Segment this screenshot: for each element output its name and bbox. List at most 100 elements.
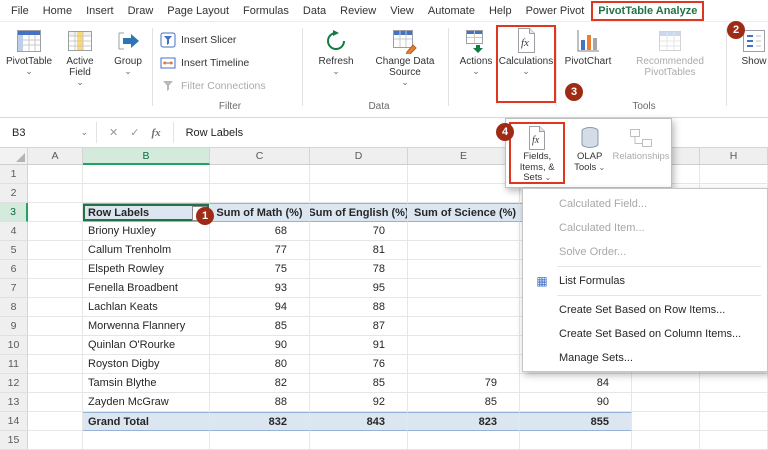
cell-E8[interactable] [408,298,520,317]
row-header-11[interactable]: 11 [0,355,28,374]
cell-B9[interactable]: Morwenna Flannery [83,317,210,336]
row-header-3[interactable]: 3 [0,203,28,222]
cell-E5[interactable] [408,241,520,260]
tab-insert[interactable]: Insert [79,1,121,21]
cell-A14[interactable] [28,412,83,431]
cell-B5[interactable]: Callum Trenholm [83,241,210,260]
cell-D13[interactable]: 92 [310,393,408,412]
row-header-12[interactable]: 12 [0,374,28,393]
name-box[interactable]: B3 ⌄ [0,118,96,147]
insert-function-icon[interactable]: fx [151,127,160,139]
cell-D6[interactable]: 78 [310,260,408,279]
cell-A7[interactable] [28,279,83,298]
cell-B7[interactable]: Fenella Broadbent [83,279,210,298]
tab-data[interactable]: Data [296,1,333,21]
actions-button[interactable]: Actions [454,26,498,100]
row-header-1[interactable]: 1 [0,165,28,184]
cell-E11[interactable] [408,355,520,374]
cell-A13[interactable] [28,393,83,412]
row-header-4[interactable]: 4 [0,222,28,241]
change-data-source-button[interactable]: Change Data Source [366,26,444,100]
cell-D7[interactable]: 95 [310,279,408,298]
cell-B4[interactable]: Briony Huxley [83,222,210,241]
cell-H1[interactable] [700,165,768,184]
col-header-b[interactable]: B [83,148,210,165]
cell-D2[interactable] [310,184,408,203]
tab-automate[interactable]: Automate [421,1,482,21]
col-header-d[interactable]: D [310,148,408,165]
tab-home[interactable]: Home [36,1,79,21]
cell-D14[interactable]: 843 [310,412,408,431]
enter-icon[interactable]: ✓ [130,126,139,139]
cell-F13[interactable]: 90 [520,393,632,412]
tab-help[interactable]: Help [482,1,519,21]
cell-C7[interactable]: 93 [210,279,310,298]
cell-C1[interactable] [210,165,310,184]
cell-E12[interactable]: 79 [408,374,520,393]
cell-E1[interactable] [408,165,520,184]
cell-C12[interactable]: 82 [210,374,310,393]
cell-A5[interactable] [28,241,83,260]
insert-timeline-button[interactable]: Insert Timeline [160,53,249,73]
select-all-corner[interactable] [0,148,28,165]
menu-item-create-set-based-on-column-items[interactable]: Create Set Based on Column Items... [523,322,767,346]
group-button[interactable]: Group [108,26,148,100]
pivottable-button[interactable]: PivotTable [6,26,52,100]
tab-review[interactable]: Review [333,1,383,21]
insert-slicer-button[interactable]: Insert Slicer [160,30,236,50]
cell-C10[interactable]: 90 [210,336,310,355]
row-header-10[interactable]: 10 [0,336,28,355]
cell-E3[interactable]: Sum of Science (%) [408,203,520,222]
cell-C13[interactable]: 88 [210,393,310,412]
cell-F14[interactable]: 855 [520,412,632,431]
cell-D1[interactable] [310,165,408,184]
cell-D9[interactable]: 87 [310,317,408,336]
cell-C8[interactable]: 94 [210,298,310,317]
cell-E6[interactable] [408,260,520,279]
cell-D8[interactable]: 88 [310,298,408,317]
tab-power-pivot[interactable]: Power Pivot [519,1,592,21]
row-header-7[interactable]: 7 [0,279,28,298]
row-header-14[interactable]: 14 [0,412,28,431]
cell-C11[interactable]: 80 [210,355,310,374]
cell-B12[interactable]: Tamsin Blythe [83,374,210,393]
cell-B8[interactable]: Lachlan Keats [83,298,210,317]
formula-bar-value[interactable]: Row Labels [174,118,243,147]
cell-A11[interactable] [28,355,83,374]
cell-E4[interactable] [408,222,520,241]
cell-D11[interactable]: 76 [310,355,408,374]
cell-C3[interactable]: Sum of Math (%) [210,203,310,222]
namebox-chevron-icon[interactable]: ⌄ [80,127,88,138]
menu-item-manage-sets[interactable]: Manage Sets... [523,346,767,370]
tab-pivottable-analyze[interactable]: PivotTable Analyze [591,1,704,21]
cell-D15[interactable] [310,431,408,450]
cell-A2[interactable] [28,184,83,203]
cell-E15[interactable] [408,431,520,450]
cell-F12[interactable]: 84 [520,374,632,393]
cell-D5[interactable]: 81 [310,241,408,260]
tab-formulas[interactable]: Formulas [236,1,296,21]
cell-G14[interactable] [632,412,700,431]
cell-H15[interactable] [700,431,768,450]
row-header-8[interactable]: 8 [0,298,28,317]
cell-A4[interactable] [28,222,83,241]
col-header-c[interactable]: C [210,148,310,165]
cell-D12[interactable]: 85 [310,374,408,393]
cell-H14[interactable] [700,412,768,431]
cell-F15[interactable] [520,431,632,450]
cell-B3[interactable]: Row Labels▼ [83,203,210,222]
cell-E14[interactable]: 823 [408,412,520,431]
cell-C9[interactable]: 85 [210,317,310,336]
cell-A6[interactable] [28,260,83,279]
cell-G12[interactable] [632,374,700,393]
cell-B1[interactable] [83,165,210,184]
cell-A12[interactable] [28,374,83,393]
col-header-e[interactable]: E [408,148,520,165]
cell-A3[interactable] [28,203,83,222]
cell-A15[interactable] [28,431,83,450]
calculations-button[interactable]: fx Calculations [500,26,552,100]
cell-E7[interactable] [408,279,520,298]
cell-E9[interactable] [408,317,520,336]
menu-item-list-formulas[interactable]: ▦List Formulas [523,269,767,293]
cell-G13[interactable] [632,393,700,412]
